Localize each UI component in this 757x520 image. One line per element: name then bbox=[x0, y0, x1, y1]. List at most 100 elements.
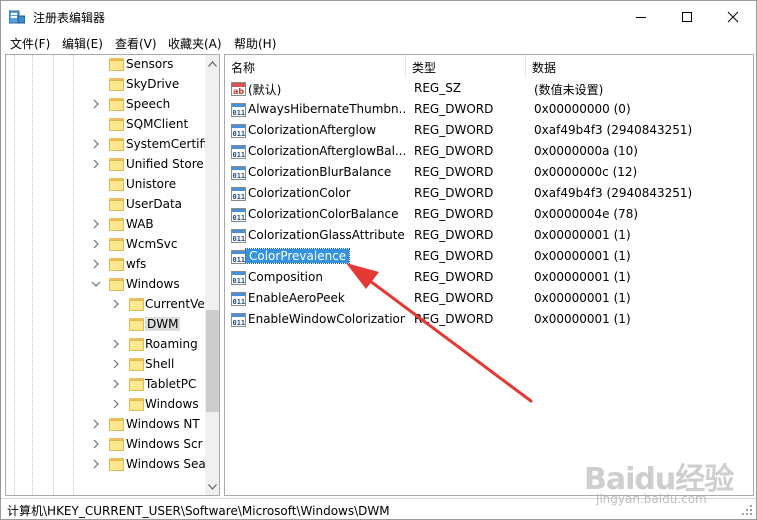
binary-value-icon: 011 bbox=[231, 250, 246, 264]
tree-item[interactable]: WAB bbox=[6, 215, 206, 235]
value-row[interactable]: 011 ColorPrevalence REG_DWORD 0x00000001 (1… bbox=[225, 247, 753, 268]
value-row[interactable]: 011 ColorizationBlurBalance REG_DWORD 0x000… bbox=[225, 163, 753, 184]
folder-icon bbox=[109, 138, 124, 151]
chevron-right-icon[interactable] bbox=[91, 99, 101, 109]
chevron-right-icon[interactable] bbox=[91, 159, 101, 169]
value-data: 0xaf49b4f3 (2940843251) bbox=[534, 123, 693, 137]
scroll-up-button[interactable] bbox=[205, 55, 219, 72]
tree-item[interactable]: Windows bbox=[6, 395, 206, 415]
value-type: REG_DWORD bbox=[414, 186, 494, 200]
binary-value-icon: 011 bbox=[231, 124, 246, 138]
tree-item-label: UserData bbox=[126, 197, 183, 211]
tree-item[interactable]: TabletPC bbox=[6, 375, 206, 395]
value-row[interactable]: 011 EnableAeroPeek REG_DWORD 0x00000001 (1) bbox=[225, 289, 753, 310]
value-type: REG_DWORD bbox=[414, 228, 494, 242]
value-row[interactable]: 011 ColorizationColor REG_DWORD 0xaf49b4f3 … bbox=[225, 184, 753, 205]
scroll-down-button[interactable] bbox=[205, 478, 219, 495]
binary-value-icon: 011 bbox=[231, 292, 246, 306]
tree-item[interactable]: DWM bbox=[6, 315, 206, 335]
menu-file[interactable]: 文件(F) bbox=[10, 35, 50, 52]
tree-item[interactable]: Shell bbox=[6, 355, 206, 375]
chevron-right-icon[interactable] bbox=[111, 299, 121, 309]
folder-icon bbox=[129, 358, 144, 371]
menu-view[interactable]: 查看(V) bbox=[115, 35, 157, 52]
chevron-right-icon[interactable] bbox=[111, 339, 121, 349]
value-data: 0x0000000c (12) bbox=[534, 165, 638, 179]
tree-item[interactable]: UserData bbox=[6, 195, 206, 215]
value-type: REG_DWORD bbox=[414, 249, 494, 263]
minimize-button[interactable] bbox=[618, 1, 664, 33]
tree-item-label: Speech bbox=[126, 97, 171, 111]
column-header-name[interactable]: 名称 bbox=[225, 55, 406, 77]
value-name: EnableAeroPeek bbox=[248, 291, 345, 305]
value-name: ColorizationGlassAttribute bbox=[248, 228, 405, 242]
tree-item-label: Shell bbox=[145, 357, 175, 371]
tree-item[interactable]: wfs bbox=[6, 255, 206, 275]
registry-editor-window: 注册表编辑器 文件(F) 编辑(E) 查看(V) 收藏夹(A) 帮助(H) Se… bbox=[0, 0, 757, 520]
chevron-right-icon[interactable] bbox=[91, 139, 101, 149]
column-header-type[interactable]: 类型 bbox=[406, 55, 526, 77]
close-icon bbox=[727, 11, 739, 23]
value-row[interactable]: 011 EnableWindowColorization REG_DWORD 0x00… bbox=[225, 310, 753, 331]
svg-text:011: 011 bbox=[233, 151, 246, 159]
binary-value-icon: 011 bbox=[231, 313, 246, 327]
tree-item[interactable]: Unified Store bbox=[6, 155, 206, 175]
binary-value-icon: 011 bbox=[231, 271, 246, 285]
value-row[interactable]: 011 ColorizationGlassAttribute REG_DWORD 0x… bbox=[225, 226, 753, 247]
value-type: REG_DWORD bbox=[414, 312, 494, 326]
binary-value-icon: 011 bbox=[231, 208, 246, 222]
scroll-thumb[interactable] bbox=[206, 310, 219, 412]
title-bar[interactable]: 注册表编辑器 bbox=[1, 1, 756, 33]
tree-item[interactable]: CurrentVe bbox=[6, 295, 206, 315]
chevron-right-icon[interactable] bbox=[91, 239, 101, 249]
menu-favorites[interactable]: 收藏夹(A) bbox=[168, 35, 222, 52]
tree-item[interactable]: Windows Sea bbox=[6, 455, 206, 475]
value-row[interactable]: 011 AlwaysHibernateThumbn... REG_DWORD 0x00… bbox=[225, 100, 753, 121]
tree-item[interactable]: WcmSvc bbox=[6, 235, 206, 255]
chevron-right-icon[interactable] bbox=[91, 439, 101, 449]
chevron-right-icon[interactable] bbox=[91, 459, 101, 469]
close-button[interactable] bbox=[710, 1, 756, 33]
value-row[interactable]: 011 ColorizationColorBalance REG_DWORD 0x00… bbox=[225, 205, 753, 226]
registry-values-list[interactable]: 名称 类型 数据 ab (默认) REG_SZ (数值未设置) 011 AlwaysHib… bbox=[224, 54, 754, 496]
chevron-right-icon[interactable] bbox=[111, 379, 121, 389]
maximize-button[interactable] bbox=[664, 1, 710, 33]
tree-item[interactable]: Windows Scr bbox=[6, 435, 206, 455]
svg-text:011: 011 bbox=[233, 277, 246, 285]
value-name: ColorizationColorBalance bbox=[248, 207, 399, 221]
value-row[interactable]: ab (默认) REG_SZ (数值未设置) bbox=[225, 79, 753, 100]
maximize-icon bbox=[682, 12, 692, 22]
chevron-right-icon[interactable] bbox=[91, 419, 101, 429]
menu-help[interactable]: 帮助(H) bbox=[234, 35, 276, 52]
tree-item[interactable]: SkyDrive bbox=[6, 75, 206, 95]
value-name: ColorizationAfterglow bbox=[248, 123, 377, 137]
chevron-right-icon[interactable] bbox=[111, 399, 121, 409]
folder-icon bbox=[129, 378, 144, 391]
chevron-right-icon[interactable] bbox=[111, 359, 121, 369]
tree-item-label: CurrentVe bbox=[145, 297, 205, 311]
chevron-down-icon[interactable] bbox=[91, 279, 101, 289]
tree-item[interactable]: Unistore bbox=[6, 175, 206, 195]
tree-item-label: Windows Scr bbox=[126, 437, 203, 451]
value-row[interactable]: 011 ColorizationAfterglowBal... REG_DWORD 0… bbox=[225, 142, 753, 163]
value-data: 0x00000000 (0) bbox=[534, 102, 631, 116]
value-row[interactable]: 011 ColorizationAfterglow REG_DWORD 0xaf49b… bbox=[225, 121, 753, 142]
tree-item[interactable]: Roaming bbox=[6, 335, 206, 355]
value-data: 0xaf49b4f3 (2940843251) bbox=[534, 186, 693, 200]
tree-vertical-scrollbar[interactable] bbox=[205, 55, 219, 495]
column-header-data[interactable]: 数据 bbox=[526, 55, 753, 77]
tree-item[interactable]: Windows NT bbox=[6, 415, 206, 435]
value-data: 0x00000001 (1) bbox=[534, 291, 631, 305]
value-row[interactable]: 011 Composition REG_DWORD 0x00000001 (1) bbox=[225, 268, 753, 289]
minimize-icon bbox=[636, 17, 646, 18]
tree-item[interactable]: Speech bbox=[6, 95, 206, 115]
chevron-right-icon[interactable] bbox=[91, 219, 101, 229]
chevron-right-icon[interactable] bbox=[91, 259, 101, 269]
registry-key-tree[interactable]: Sensors SkyDrive Speech SQMClient SystemCert… bbox=[5, 54, 220, 496]
tree-item[interactable]: SQMClient bbox=[6, 115, 206, 135]
tree-item[interactable]: SystemCertifi bbox=[6, 135, 207, 155]
svg-text:011: 011 bbox=[233, 235, 246, 243]
menu-edit[interactable]: 编辑(E) bbox=[62, 35, 103, 52]
tree-item[interactable]: Sensors bbox=[6, 55, 206, 75]
tree-item[interactable]: Windows bbox=[6, 275, 206, 295]
